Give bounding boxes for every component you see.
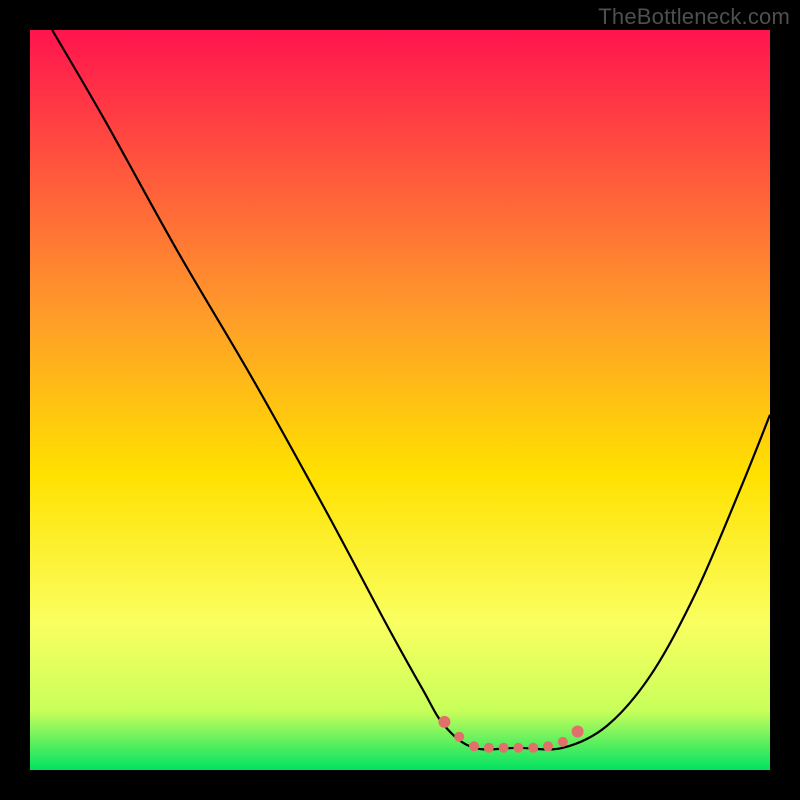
highlight-dot [499, 743, 509, 753]
watermark-text: TheBottleneck.com [598, 4, 790, 30]
plot-area [30, 30, 770, 770]
highlight-dot [528, 743, 538, 753]
highlight-dot [558, 737, 568, 747]
highlight-dot [454, 732, 464, 742]
highlight-dot [484, 743, 494, 753]
chart-frame: TheBottleneck.com [0, 0, 800, 800]
highlight-dot [513, 743, 523, 753]
curve-layer [30, 30, 770, 770]
bottleneck-curve [52, 30, 770, 749]
highlight-dot [543, 741, 553, 751]
highlight-dot [438, 716, 450, 728]
highlight-dot [469, 741, 479, 751]
highlight-dot [572, 726, 584, 738]
